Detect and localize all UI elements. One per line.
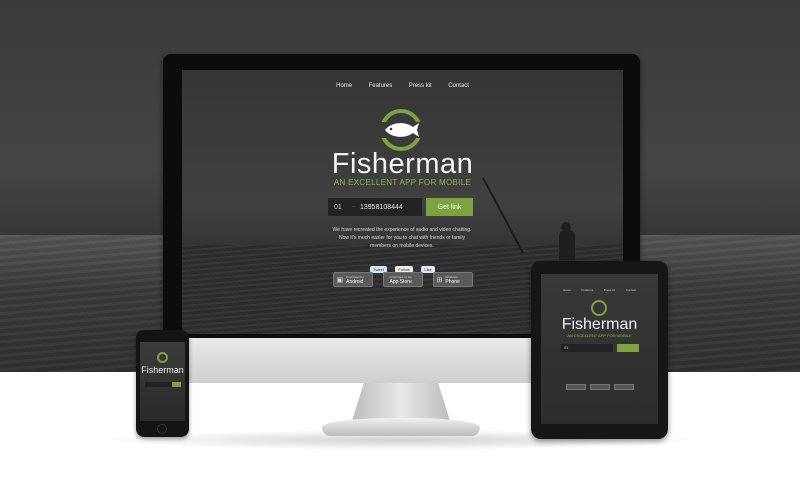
windows-icon: ⊞ xyxy=(436,276,443,284)
android-download-button[interactable]: ▣ Download for Android xyxy=(332,272,373,287)
phone-get-link-button xyxy=(172,382,181,387)
windows-phone-download-button[interactable]: ⊞ Windows Phone xyxy=(432,272,473,287)
nav-item-contact[interactable]: Contact xyxy=(448,83,469,89)
tablet-nav-item: Home xyxy=(562,288,571,292)
top-nav: Home Features Press kit Contact xyxy=(182,74,623,92)
store-big-label: Android xyxy=(346,278,364,285)
nav-item-press-kit[interactable]: Press kit xyxy=(409,83,432,89)
store-label: Windows Phone xyxy=(445,275,459,285)
tablet-store-buttons xyxy=(541,384,658,390)
phone-fish-logo-icon xyxy=(157,352,168,363)
app-description: We have recreated the experience of audi… xyxy=(332,227,472,249)
tablet-get-link-button xyxy=(617,344,639,352)
store-big-label: Phone xyxy=(445,278,460,285)
tablet-phone-input: 01 xyxy=(561,344,613,352)
app-store-download-button[interactable]: Download on the App Store xyxy=(382,272,423,287)
country-code[interactable]: 01 xyxy=(328,204,352,211)
phone-home-button xyxy=(157,424,167,434)
tablet-app-tagline: AN EXCELLENT APP FOR MOBILE xyxy=(567,333,632,338)
tablet-nav-item: Contact xyxy=(625,288,637,292)
get-link-button[interactable]: Get link xyxy=(426,198,473,216)
tablet-website-screen: Home Features Press kit Contact Fisherma… xyxy=(541,274,658,424)
get-link-form: 01 – 13958108444 Get link xyxy=(328,198,474,216)
monitor-stand-neck xyxy=(352,383,450,421)
phone-app-title: Fisherman xyxy=(141,365,184,375)
fishing-rod-silhouette xyxy=(482,177,524,254)
android-icon: ▣ xyxy=(336,276,344,284)
tablet-nav-item: Press kit xyxy=(603,288,616,292)
store-big-label: App Store xyxy=(389,278,412,285)
tablet-nav: Home Features Press kit Contact xyxy=(541,278,658,296)
fisherman-silhouette xyxy=(559,230,575,260)
phone-input[interactable]: 01 – 13958108444 xyxy=(328,198,422,216)
tablet-store-button xyxy=(613,384,634,390)
fish-logo-icon xyxy=(379,109,423,151)
tablet-store-button xyxy=(589,384,610,390)
store-label: Download on the App Store xyxy=(390,275,413,285)
app-title: Fisherman xyxy=(331,148,474,180)
tablet-store-button xyxy=(565,384,586,390)
tablet-fish-logo-icon xyxy=(591,300,607,316)
nav-item-home[interactable]: Home xyxy=(336,83,352,89)
app-tagline: AN EXCELLENT APP FOR MOBILE xyxy=(333,178,472,187)
monitor-stand-base xyxy=(322,418,480,436)
tablet-app-title: Fisherman xyxy=(561,316,638,333)
separator-icon: – xyxy=(352,204,356,210)
nav-item-features[interactable]: Features xyxy=(369,83,393,89)
phone-number-value: 13958108444 xyxy=(360,203,403,211)
store-label: Download for Android xyxy=(346,275,364,285)
phone-website-screen: Fisherman xyxy=(140,342,185,421)
tablet-nav-item: Features xyxy=(581,288,594,292)
